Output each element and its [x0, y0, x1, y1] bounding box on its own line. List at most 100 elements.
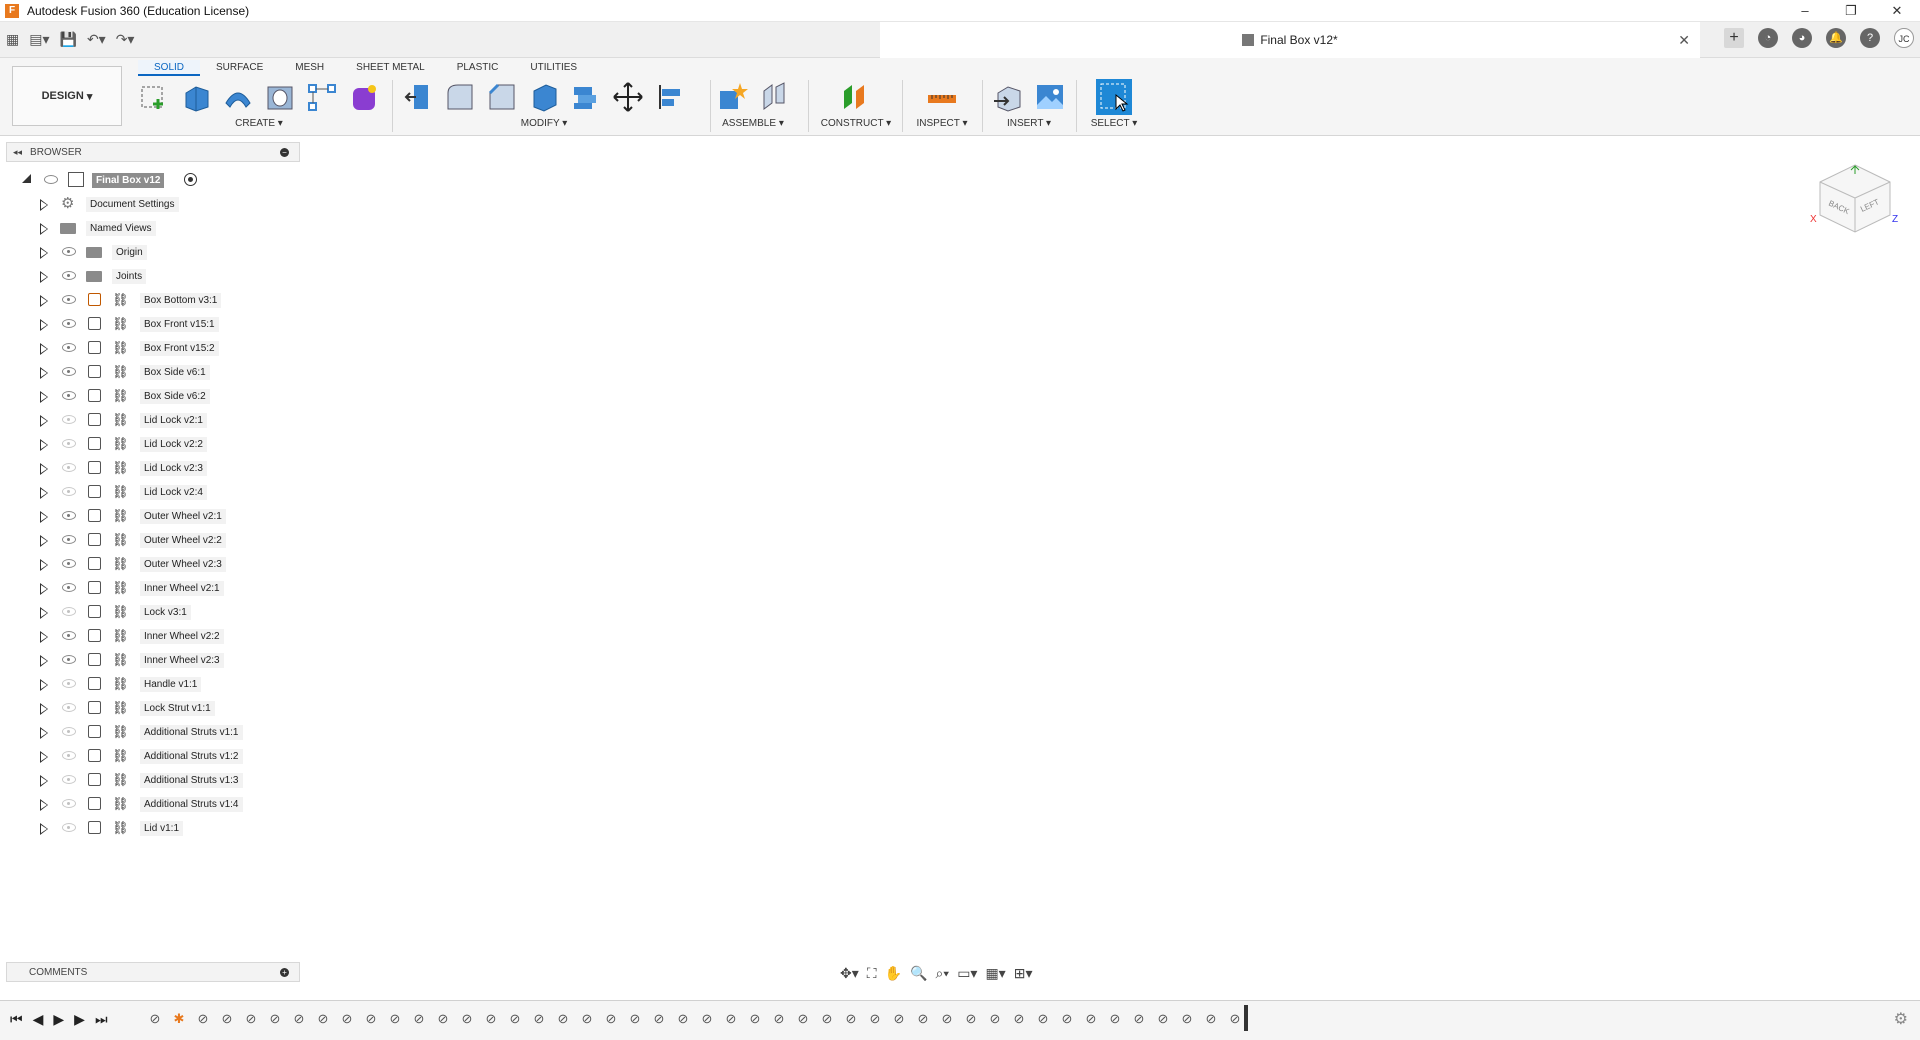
tab-solid[interactable]: SOLID — [138, 60, 201, 76]
browser-item-label[interactable]: Box Front v15:2 — [140, 341, 219, 356]
timeline-feature-icon[interactable]: ⊘ — [481, 1009, 501, 1029]
assemble-menu[interactable]: ASSEMBLE ▾ — [714, 118, 792, 129]
timeline-feature-icon[interactable]: ⊘ — [361, 1009, 381, 1029]
view-cube[interactable]: BACK LEFT X Z — [1810, 160, 1900, 250]
browser-item-label[interactable]: Box Side v6:1 — [140, 365, 210, 380]
modify-menu[interactable]: MODIFY ▾ — [400, 118, 688, 129]
browser-item-label[interactable]: Inner Wheel v2:1 — [140, 581, 224, 596]
combine-icon[interactable] — [568, 79, 604, 115]
eye-icon[interactable] — [62, 487, 76, 496]
expand-arrow-icon[interactable] — [40, 607, 48, 619]
expand-arrow-icon[interactable] — [40, 511, 48, 523]
browser-item-row[interactable]: ⛓ Additional Struts v1:3 — [0, 768, 300, 792]
notifications-icon[interactable]: 🔔 — [1826, 28, 1846, 48]
expand-arrow-icon[interactable] — [40, 799, 48, 811]
eye-icon[interactable] — [62, 535, 76, 544]
close-tab-icon[interactable]: ✕ — [1678, 32, 1690, 49]
eye-icon[interactable] — [62, 511, 76, 520]
timeline-feature-icon[interactable]: ⊘ — [601, 1009, 621, 1029]
insert-canvas-icon[interactable] — [1032, 79, 1068, 115]
timeline-feature-icon[interactable]: ⊘ — [769, 1009, 789, 1029]
eye-icon[interactable] — [62, 391, 76, 400]
eye-icon[interactable] — [62, 703, 76, 712]
expand-arrow-icon[interactable] — [40, 271, 48, 283]
align-icon[interactable] — [652, 79, 688, 115]
expand-arrow-icon[interactable] — [40, 463, 48, 475]
expand-arrow-icon[interactable] — [40, 199, 48, 211]
expand-arrow-icon[interactable] — [40, 655, 48, 667]
move-copy-icon[interactable] — [610, 79, 646, 115]
select-menu[interactable]: SELECT ▾ — [1086, 118, 1142, 129]
expand-arrow-icon[interactable] — [40, 319, 48, 331]
browser-item-row[interactable]: ⛓ Lid v1:1 — [0, 816, 300, 840]
browser-item-row[interactable]: ⛓ Lid Lock v2:4 — [0, 480, 300, 504]
job-status-icon[interactable]: ◕ — [1792, 28, 1812, 48]
timeline-feature-icon[interactable]: ⊘ — [265, 1009, 285, 1029]
browser-item-row[interactable]: ⛓ Lid Lock v2:3 — [0, 456, 300, 480]
timeline-feature-icon[interactable]: ⊘ — [841, 1009, 861, 1029]
browser-item-row[interactable]: ⛓ Outer Wheel v2:1 — [0, 504, 300, 528]
timeline-feature-icon[interactable]: ⊘ — [457, 1009, 477, 1029]
expand-arrow-icon[interactable] — [40, 367, 48, 379]
pan-icon[interactable]: ✋ — [885, 965, 902, 982]
add-comment-icon[interactable]: + — [280, 967, 289, 977]
construct-menu[interactable]: CONSTRUCT ▾ — [818, 118, 894, 129]
timeline-feature-icon[interactable]: ⊘ — [577, 1009, 597, 1029]
browser-item-row[interactable]: ⛓ Box Side v6:1 — [0, 360, 300, 384]
eye-icon[interactable] — [62, 343, 76, 352]
timeline-feature-icon[interactable]: ⊘ — [433, 1009, 453, 1029]
browser-item-label[interactable]: Box Front v15:1 — [140, 317, 219, 332]
eye-icon[interactable] — [62, 271, 76, 280]
eye-icon[interactable] — [62, 775, 76, 784]
new-tab-icon[interactable]: + — [1724, 28, 1744, 48]
browser-item-label[interactable]: Lid v1:1 — [140, 821, 184, 836]
timeline-feature-icon[interactable]: ⊘ — [409, 1009, 429, 1029]
browser-item-label[interactable]: Inner Wheel v2:2 — [140, 629, 224, 644]
expand-arrow-icon[interactable] — [40, 679, 48, 691]
browser-item-row[interactable]: ⛓ Lid Lock v2:2 — [0, 432, 300, 456]
eye-icon[interactable] — [62, 583, 76, 592]
timeline-feature-icon[interactable]: ⊘ — [1033, 1009, 1053, 1029]
browser-item-row[interactable]: ⛓ Additional Struts v1:4 — [0, 792, 300, 816]
browser-item-label[interactable]: Origin — [112, 245, 147, 260]
browser-item-row[interactable]: ⛓ Box Front v15:2 — [0, 336, 300, 360]
viewports-icon[interactable]: ⊞▾ — [1014, 965, 1033, 982]
hole-icon[interactable] — [262, 79, 298, 115]
timeline-feature-icon[interactable]: ⊘ — [1177, 1009, 1197, 1029]
timeline-feature-icon[interactable]: ⊘ — [1153, 1009, 1173, 1029]
rectangular-pattern-icon[interactable] — [304, 79, 340, 115]
shell-icon[interactable] — [526, 79, 562, 115]
timeline-feature-icon[interactable]: ⊘ — [817, 1009, 837, 1029]
timeline-feature-icon[interactable]: ⊘ — [145, 1009, 165, 1029]
timeline-feature-icon[interactable]: ⊘ — [217, 1009, 237, 1029]
eye-icon[interactable] — [62, 631, 76, 640]
root-expander-icon[interactable] — [22, 174, 31, 183]
expand-arrow-icon[interactable] — [40, 487, 48, 499]
eye-icon[interactable] — [62, 679, 76, 688]
create-form-icon[interactable] — [346, 79, 382, 115]
browser-item-label[interactable]: Outer Wheel v2:1 — [140, 509, 226, 524]
app-grid-icon[interactable]: ▦ — [6, 31, 19, 48]
offset-plane-icon[interactable] — [838, 79, 874, 115]
tab-utilities[interactable]: UTILITIES — [514, 60, 593, 76]
comments-panel-header[interactable]: COMMENTS + — [6, 962, 300, 982]
fillet-icon[interactable] — [442, 79, 478, 115]
browser-item-label[interactable]: Lid Lock v2:1 — [140, 413, 207, 428]
eye-icon[interactable] — [62, 367, 76, 376]
browser-item-row[interactable]: ⛓ Box Side v6:2 — [0, 384, 300, 408]
expand-arrow-icon[interactable] — [40, 247, 48, 259]
minimize-button[interactable]: – — [1782, 0, 1828, 22]
expand-arrow-icon[interactable] — [40, 439, 48, 451]
tab-sheet-metal[interactable]: SHEET METAL — [340, 60, 441, 76]
create-sketch-icon[interactable] — [136, 79, 172, 115]
browser-item-row[interactable]: Named Views — [0, 216, 300, 240]
tab-surface[interactable]: SURFACE — [200, 60, 279, 76]
avatar[interactable]: JC — [1894, 28, 1914, 48]
timeline-feature-icon[interactable]: ⊘ — [289, 1009, 309, 1029]
eye-icon[interactable] — [44, 175, 58, 184]
timeline-feature-icon[interactable]: ⊘ — [721, 1009, 741, 1029]
save-icon[interactable]: 💾 — [60, 31, 77, 48]
timeline-feature-icon[interactable]: ⊘ — [1129, 1009, 1149, 1029]
eye-icon[interactable] — [62, 823, 76, 832]
expand-arrow-icon[interactable] — [40, 559, 48, 571]
